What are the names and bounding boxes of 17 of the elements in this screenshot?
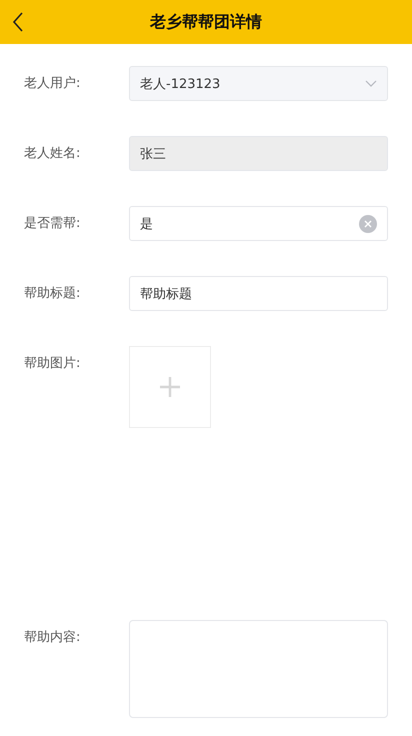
field-label: 帮助标题: [24,285,82,303]
text-area[interactable] [129,620,388,718]
back-icon[interactable] [12,12,24,32]
field-label: 老人用户: [24,75,82,93]
clear-icon[interactable] [359,214,377,232]
field-label: 老人姓名: [24,145,82,163]
input-field: 张三 [129,136,388,171]
field-label: 是否需帮: [24,215,82,233]
image-upload-button[interactable] [129,346,211,428]
field-label: 帮助内容: [24,629,82,647]
input-field[interactable]: 是 [129,206,388,241]
select-field[interactable]: 老人-123123 [129,66,388,101]
plus-icon[interactable] [160,377,180,397]
dropdown-caret-icon[interactable] [365,80,377,87]
page-title: 老乡帮帮团详情 [150,12,262,32]
input-field[interactable]: 帮助标题 [129,276,388,311]
field-label: 帮助图片: [24,355,82,373]
